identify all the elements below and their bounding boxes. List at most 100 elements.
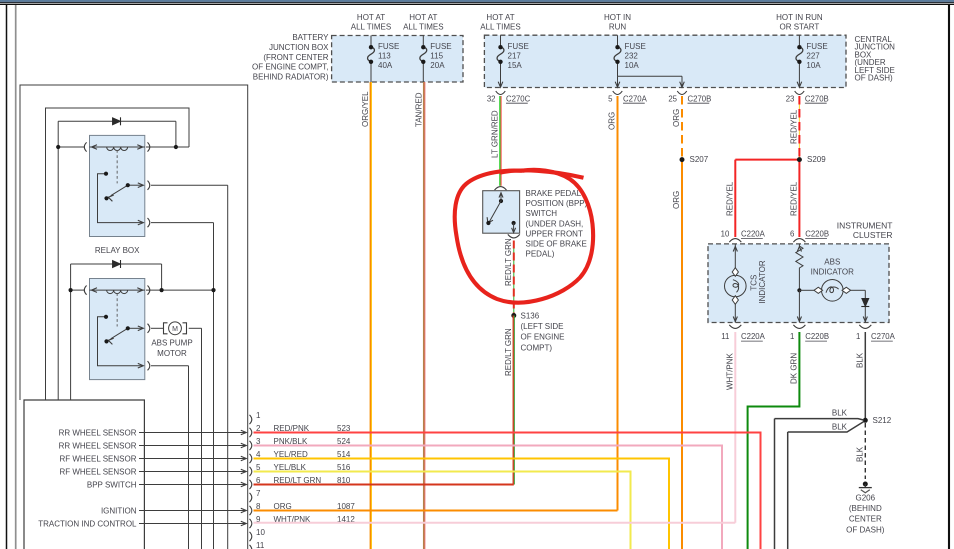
svg-text:C270A: C270A — [623, 94, 648, 103]
svg-text:S207: S207 — [690, 155, 709, 164]
svg-text:IGNITION: IGNITION — [101, 506, 137, 515]
svg-text:15A: 15A — [508, 61, 523, 70]
svg-text:RF WHEEL SENSOR: RF WHEEL SENSOR — [59, 454, 136, 463]
svg-text:ALL TIMES: ALL TIMES — [351, 23, 391, 32]
svg-text:25: 25 — [668, 94, 677, 103]
svg-text:RR WHEEL SENSOR: RR WHEEL SENSOR — [59, 428, 137, 437]
svg-text:FUSE: FUSE — [430, 42, 451, 51]
svg-text:BLK: BLK — [855, 352, 864, 368]
svg-text:S136: S136 — [521, 311, 540, 320]
svg-text:UPPER FRONT: UPPER FRONT — [526, 229, 583, 238]
svg-text:FUSE: FUSE — [508, 42, 529, 51]
svg-text:11: 11 — [256, 541, 265, 549]
svg-text:MOTOR: MOTOR — [157, 349, 187, 358]
svg-text:(BEHIND: (BEHIND — [849, 504, 882, 513]
svg-text:23: 23 — [786, 94, 795, 103]
svg-text:1: 1 — [256, 411, 261, 420]
svg-text:C270C: C270C — [506, 94, 531, 103]
svg-text:RR WHEEL SENSOR: RR WHEEL SENSOR — [59, 441, 137, 450]
svg-text:POSITION (BPP): POSITION (BPP) — [526, 199, 588, 208]
svg-text:1: 1 — [790, 332, 794, 341]
svg-text:32: 32 — [487, 94, 496, 103]
svg-text:DK GRN: DK GRN — [789, 353, 798, 384]
svg-text:OF DASH): OF DASH) — [855, 74, 894, 83]
svg-text:(UNDER DASH,: (UNDER DASH, — [526, 219, 584, 228]
svg-text:10: 10 — [721, 230, 730, 239]
svg-text:SIDE OF BRAKE: SIDE OF BRAKE — [526, 240, 587, 249]
svg-text:OF DASH): OF DASH) — [846, 525, 885, 534]
svg-text:RED/LT GRN: RED/LT GRN — [504, 238, 513, 286]
svg-text:HOT AT: HOT AT — [486, 13, 514, 22]
svg-text:227: 227 — [806, 52, 820, 61]
svg-text:TAN/RED: TAN/RED — [414, 92, 423, 127]
svg-text:(FRONT CENTER: (FRONT CENTER — [263, 53, 328, 62]
svg-text:RF WHEEL SENSOR: RF WHEEL SENSOR — [59, 467, 136, 476]
svg-text:CENTER: CENTER — [849, 515, 882, 524]
svg-text:C220A: C220A — [741, 332, 766, 341]
svg-text:C220B: C220B — [805, 230, 829, 239]
svg-text:BEHIND RADIATOR): BEHIND RADIATOR) — [253, 72, 329, 81]
svg-text:C270B: C270B — [688, 94, 712, 103]
svg-text:ABS: ABS — [824, 258, 840, 267]
svg-text:HOT IN: HOT IN — [604, 13, 631, 22]
svg-text:HOT IN RUN: HOT IN RUN — [776, 13, 823, 22]
svg-text:1: 1 — [856, 332, 860, 341]
svg-text:C270A: C270A — [871, 332, 896, 341]
svg-text:INDICATOR: INDICATOR — [811, 268, 854, 277]
svg-text:BATTERY: BATTERY — [292, 33, 329, 42]
svg-text:RED/YEL: RED/YEL — [725, 181, 734, 216]
svg-text:BLK: BLK — [832, 422, 848, 431]
svg-text:S212: S212 — [873, 416, 892, 425]
svg-text:HOT AT: HOT AT — [357, 13, 385, 22]
svg-text:JUNCTION BOX: JUNCTION BOX — [269, 43, 329, 52]
svg-text:WHT/PNK: WHT/PNK — [725, 352, 734, 390]
svg-text:G206: G206 — [856, 493, 876, 502]
svg-text:OF ENGINE COMPT,: OF ENGINE COMPT, — [252, 63, 328, 72]
svg-text:RELAY BOX: RELAY BOX — [95, 246, 140, 255]
svg-text:COMPT): COMPT) — [521, 343, 553, 352]
svg-text:113: 113 — [378, 52, 391, 61]
svg-text:INSTRUMENT: INSTRUMENT — [837, 220, 893, 230]
svg-text:HOT AT: HOT AT — [409, 13, 437, 22]
svg-text:ORG: ORG — [672, 109, 681, 127]
svg-text:232: 232 — [625, 52, 639, 61]
svg-text:C270B: C270B — [805, 94, 829, 103]
svg-text:RUN: RUN — [609, 23, 627, 32]
svg-text:FUSE: FUSE — [378, 42, 399, 51]
svg-text:RED/YEL: RED/YEL — [789, 109, 798, 144]
svg-text:CLUSTER: CLUSTER — [853, 230, 893, 240]
svg-text:RED/YEL: RED/YEL — [789, 181, 798, 216]
svg-text:(LEFT SIDE: (LEFT SIDE — [521, 322, 564, 331]
svg-text:PEDAL): PEDAL) — [526, 250, 555, 259]
svg-text:TRACTION IND CONTROL: TRACTION IND CONTROL — [38, 519, 137, 528]
svg-text:BLK: BLK — [832, 409, 848, 418]
svg-text:217: 217 — [508, 52, 522, 61]
svg-text:ORG/YEL: ORG/YEL — [361, 91, 370, 127]
svg-text:6: 6 — [790, 230, 794, 239]
svg-text:ALL TIMES: ALL TIMES — [403, 23, 443, 32]
svg-text:LT GRN/RED: LT GRN/RED — [491, 110, 500, 158]
svg-text:10A: 10A — [806, 61, 821, 70]
svg-text:M: M — [172, 326, 178, 333]
svg-text:11: 11 — [721, 332, 729, 341]
svg-text:ALL TIMES: ALL TIMES — [480, 23, 520, 32]
svg-text:FUSE: FUSE — [625, 42, 646, 51]
svg-text:BLK: BLK — [855, 446, 864, 462]
svg-text:OR START: OR START — [780, 23, 820, 32]
svg-text:OF ENGINE: OF ENGINE — [521, 333, 565, 342]
svg-text:20A: 20A — [430, 61, 445, 70]
svg-text:BRAKE PEDAL: BRAKE PEDAL — [526, 189, 582, 198]
svg-text:5: 5 — [608, 94, 613, 103]
svg-text:C220B: C220B — [805, 332, 829, 341]
svg-text:SWITCH: SWITCH — [526, 209, 558, 218]
svg-text:BPP SWITCH: BPP SWITCH — [87, 480, 137, 489]
svg-text:RED/LT GRN: RED/LT GRN — [504, 328, 513, 376]
svg-text:C220A: C220A — [741, 230, 766, 239]
svg-text:ABS PUMP: ABS PUMP — [151, 339, 192, 348]
svg-text:115: 115 — [430, 52, 443, 61]
svg-text:ORG: ORG — [608, 112, 617, 130]
svg-text:7: 7 — [256, 489, 261, 498]
svg-text:10: 10 — [256, 528, 265, 537]
svg-text:S209: S209 — [807, 155, 826, 164]
svg-text:40A: 40A — [378, 61, 393, 70]
